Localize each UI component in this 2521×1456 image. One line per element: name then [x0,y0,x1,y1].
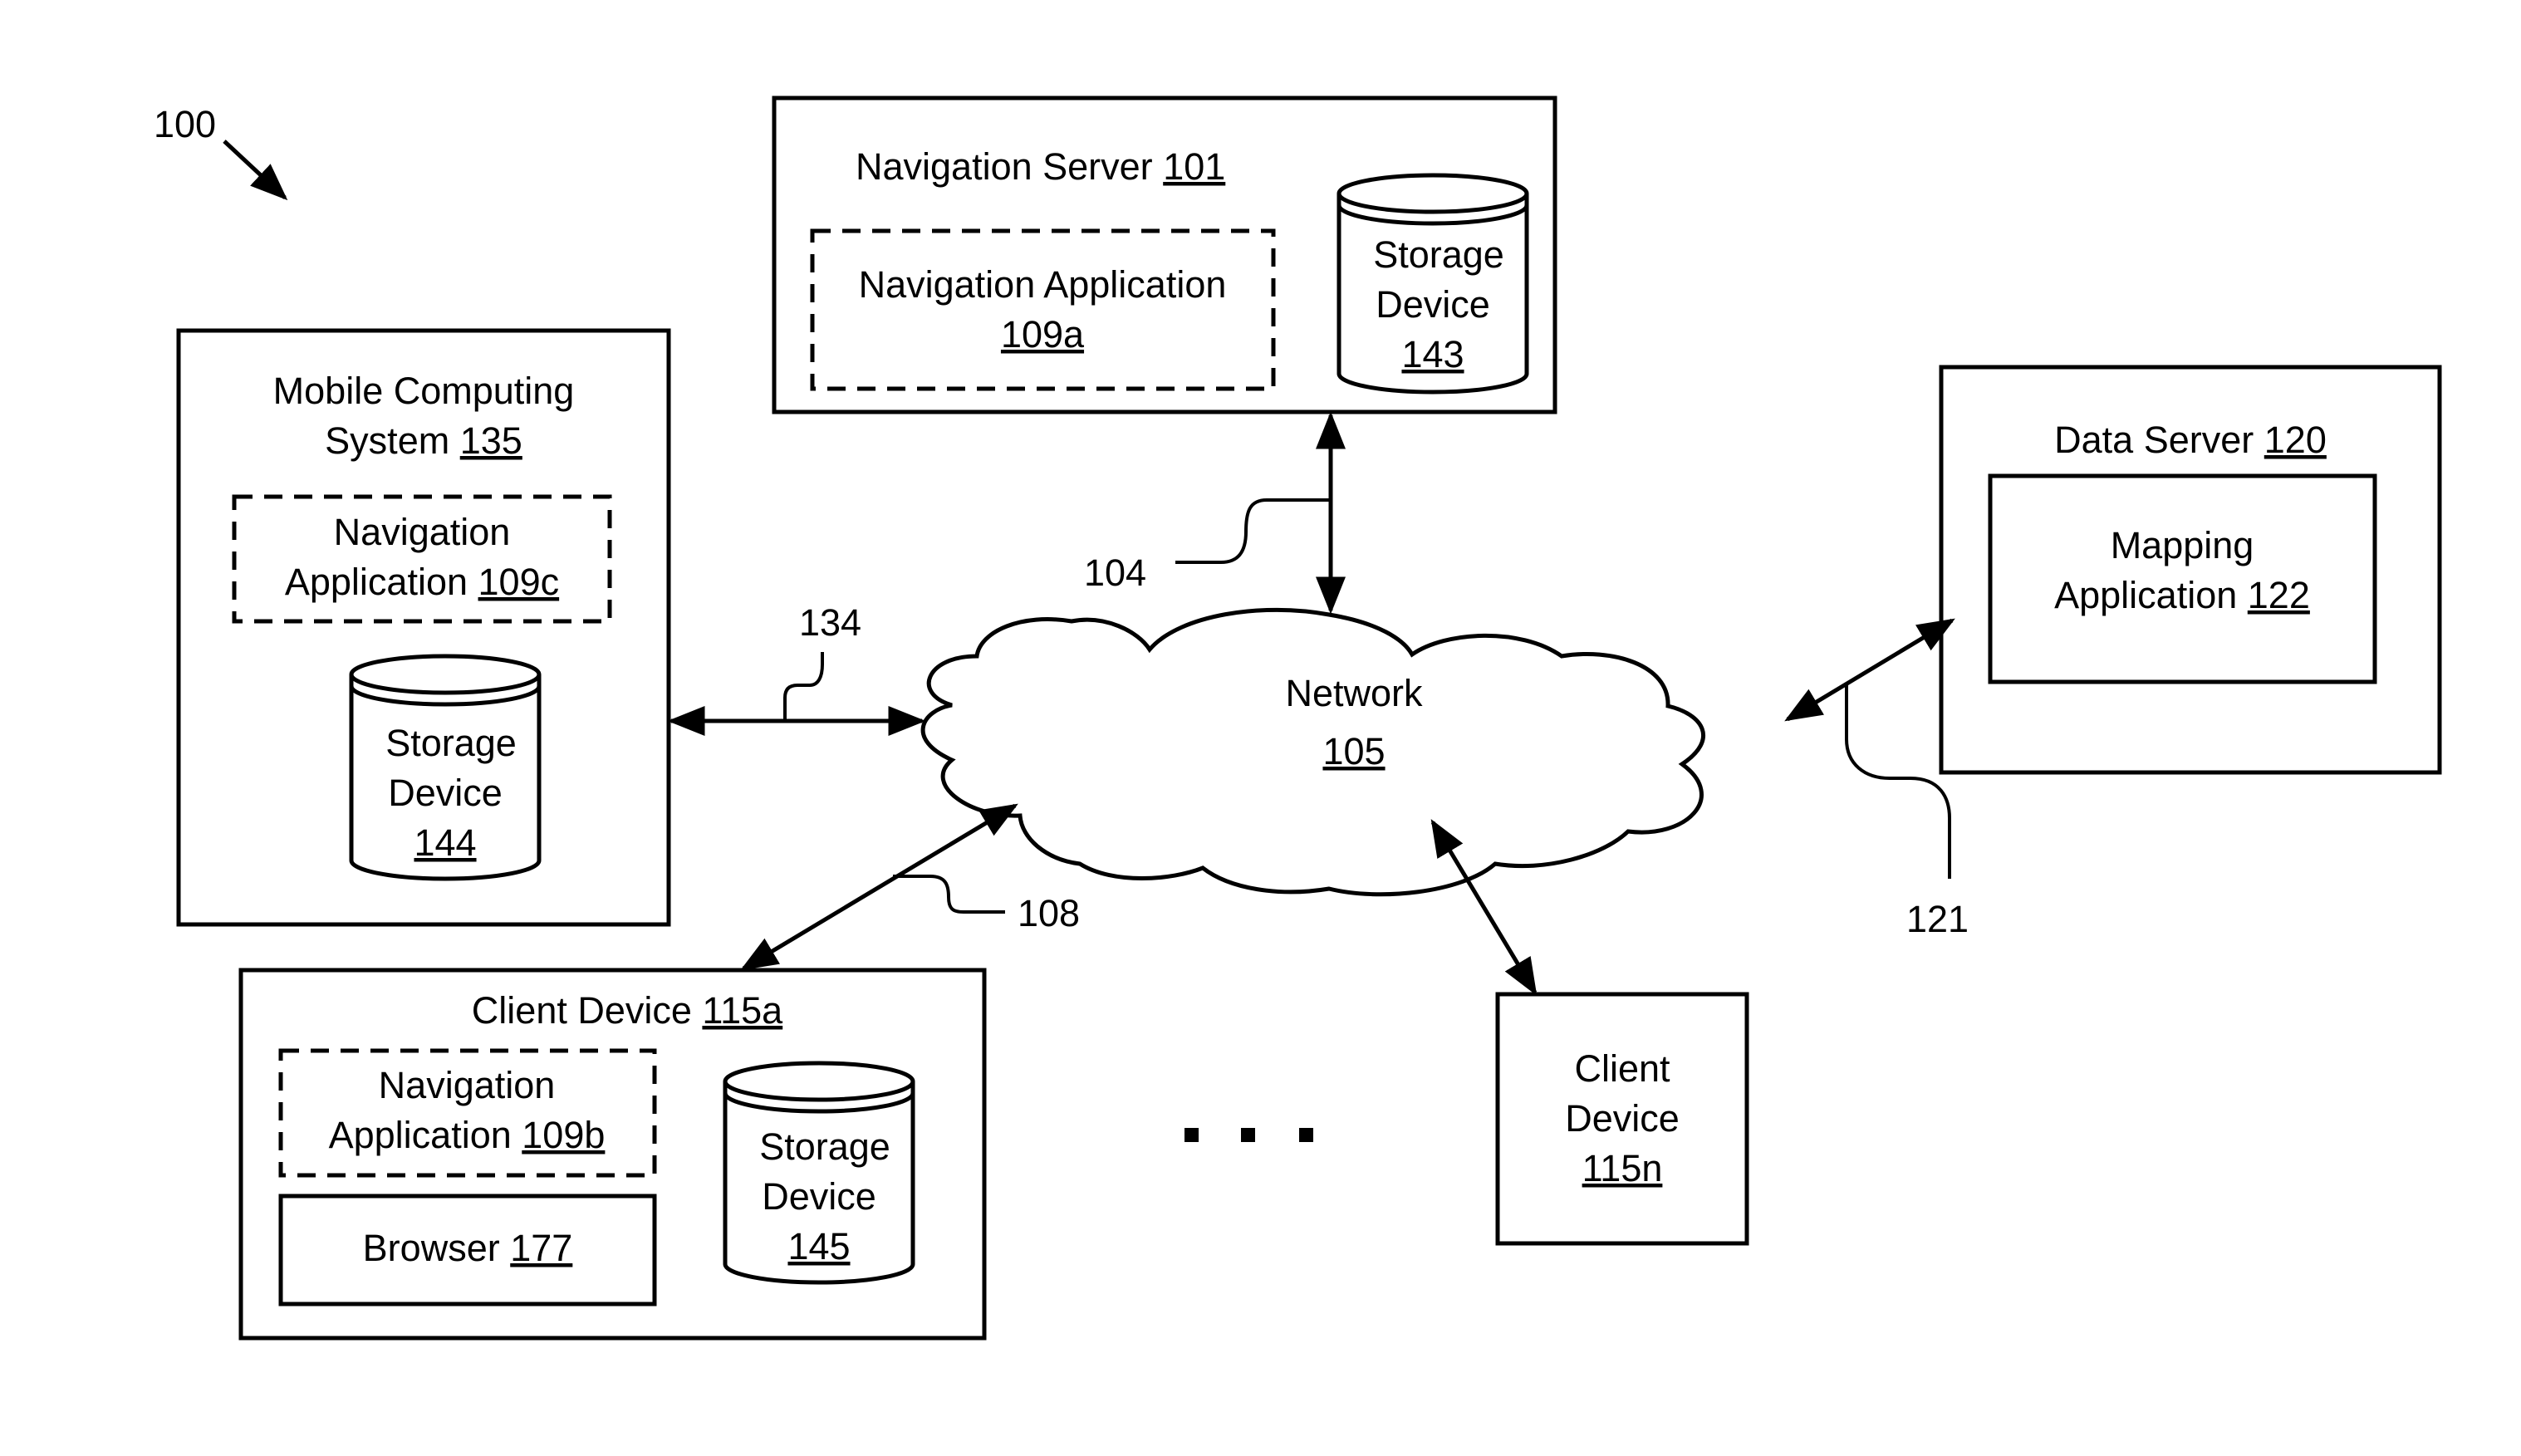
storage-device-144[interactable]: Storage Device 144 [349,654,542,881]
storage-device-144-ref: 144 [414,821,476,864]
navigation-application-109a-label: Navigation Application [859,263,1227,306]
connection-108-arrow-icon[interactable] [740,803,1018,971]
navigation-server[interactable]: Navigation Server 101 Navigation Applica… [772,96,1557,414]
system-diagram: 100 Navigation Server 101 Navigation App… [154,96,2442,1341]
mapping-application-122-line1: Mapping [2111,524,2254,566]
client-device-115a-title: Client Device 115a [472,989,783,1032]
data-server[interactable]: Data Server 120 Mapping Application 122 [1939,365,2442,775]
storage-device-145-line2: Device [762,1175,876,1218]
figure-reference: 100 [154,103,288,201]
storage-device-144-top-icon [349,654,542,695]
figure-ref-label: 100 [154,103,216,145]
more-clients-ellipsis-icon [1184,1128,1313,1142]
connection-104-leader [1175,498,1331,564]
navigation-application-109c-line1: Navigation [334,511,511,553]
connection-121-leader [1845,683,1951,879]
figure-ref-arrow-icon [223,140,288,201]
storage-device-143-top-icon [1337,173,1529,214]
network-cloud-shape-icon[interactable] [920,607,1705,897]
storage-device-145[interactable]: Storage Device 145 [723,1061,915,1285]
mobile-computing-system-line1: Mobile Computing [273,370,575,412]
mobile-computing-system-line2: System 135 [325,419,522,462]
storage-device-143[interactable]: Storage Device 143 [1337,173,1529,395]
network-cloud[interactable]: Network 105 [920,607,1705,897]
client-device-115n-line1: Client [1574,1047,1670,1090]
client-device-115n-ref: 115n [1582,1147,1663,1189]
connection-104-label: 104 [1084,552,1146,594]
storage-device-144-line1: Storage [385,722,517,764]
connection-104[interactable]: 104 [1084,411,1346,615]
storage-device-143-line1: Storage [1373,233,1504,276]
data-server-title: Data Server 120 [2054,419,2327,461]
navigation-application-109b-line2: Application 109b [329,1114,606,1156]
connection-108-leader [893,875,1005,914]
browser-177[interactable]: Browser 177 [278,1194,657,1306]
navigation-server-title: Navigation Server 101 [856,145,1225,188]
storage-device-144-line2: Device [388,772,503,814]
storage-device-145-ref: 145 [787,1225,850,1267]
browser-177-label: Browser 177 [363,1227,573,1269]
network-ref: 105 [1322,730,1385,772]
storage-device-145-top-icon [723,1061,915,1102]
connection-134-leader [783,652,824,721]
navigation-application-109c-line2: Application 109c [285,561,559,603]
storage-device-145-line1: Storage [759,1125,890,1168]
navigation-application-109b-line1: Navigation [379,1064,556,1106]
network-label: Network [1285,672,1423,714]
connection-121-label: 121 [1906,898,1969,940]
storage-device-143-ref: 143 [1401,333,1464,375]
storage-device-143-line2: Device [1376,283,1490,326]
connection-121-arrow-icon[interactable] [1784,618,1955,722]
mobile-computing-system[interactable]: Mobile Computing System 135 Navigation A… [176,328,671,927]
connection-134[interactable]: 134 [667,601,926,736]
connection-108-label: 108 [1018,892,1080,934]
client-device-115n[interactable]: Client Device 115n [1495,992,1749,1246]
navigation-application-109a-ref: 109a [1001,313,1085,355]
client-device-115a[interactable]: Client Device 115a Navigation Applicatio… [238,968,987,1341]
connection-134-label: 134 [799,601,861,644]
mapping-application-122-line2: Application 122 [2054,574,2310,616]
client-device-115n-line2: Device [1565,1097,1680,1140]
mapping-application-122[interactable]: Mapping Application 122 [1988,473,2377,684]
